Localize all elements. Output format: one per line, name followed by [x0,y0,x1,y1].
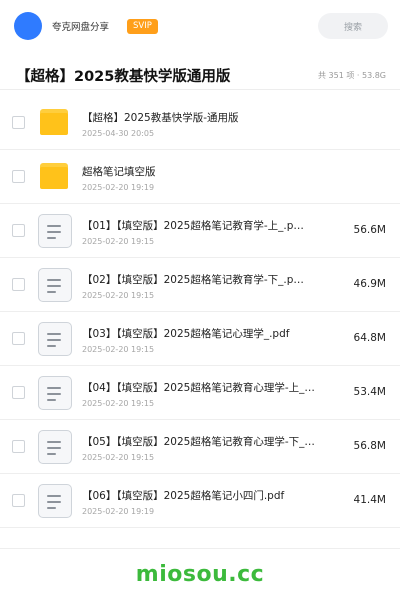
folder-icon [38,106,72,140]
row-checkbox[interactable] [12,278,25,291]
file-row-document[interactable]: 【01】【填空版】2025超格笔记教育学-上_.p… 2025-02-20 19… [0,204,400,258]
file-name: 【01】【填空版】2025超格笔记教育学-上_.p… [82,220,304,232]
row-checkbox[interactable] [12,224,25,237]
file-name: 【03】【填空版】2025超格笔记心理学_.pdf [82,328,290,340]
file-date: 2025-02-20 19:19 [82,507,155,516]
document-icon [38,322,72,356]
share-page: 夸克网盘分享 SVIP 搜索 【超格】2025教基快学版通用版 共 351 项 … [0,0,400,600]
file-date: 2025-02-20 19:15 [82,345,155,354]
file-row-document[interactable]: 【04】【填空版】2025超格笔记教育心理学-上_… 2025-02-20 19… [0,366,400,420]
file-row-document[interactable]: 【03】【填空版】2025超格笔记心理学_.pdf 2025-02-20 19:… [0,312,400,366]
file-row-document[interactable]: 【06】【填空版】2025超格笔记小四门.pdf 2025-02-20 19:1… [0,474,400,528]
share-title-bar: 【超格】2025教基快学版通用版 共 351 项 · 53.8G [0,62,400,90]
file-name: 【06】【填空版】2025超格笔记小四门.pdf [82,490,285,502]
footer-divider [0,548,400,549]
document-icon [38,484,72,518]
row-checkbox[interactable] [12,440,25,453]
document-icon [38,376,72,410]
row-checkbox[interactable] [12,170,25,183]
file-date: 2025-02-20 19:15 [82,291,155,300]
user-avatar[interactable] [14,12,42,40]
file-size: 56.8M [353,440,386,452]
file-name: 超格笔记填空版 [82,166,156,178]
folder-icon [38,160,72,194]
document-icon [38,430,72,464]
document-icon [38,214,72,248]
header: 夸克网盘分享 SVIP 搜索 [0,0,400,52]
watermark: miosou.cc [135,562,265,587]
file-date: 2025-02-20 19:15 [82,399,155,408]
file-row-folder[interactable]: 【超格】2025教基快学版-通用版 2025-04-30 20:05 [0,96,400,150]
file-row-document[interactable]: 【05】【填空版】2025超格笔记教育心理学-下_… 2025-02-20 19… [0,420,400,474]
file-size: 46.9M [353,278,386,290]
file-date: 2025-04-30 20:05 [82,129,155,138]
file-row-document[interactable]: 【02】【填空版】2025超格笔记教育学-下_.p… 2025-02-20 19… [0,258,400,312]
row-checkbox[interactable] [12,116,25,129]
svip-badge: SVIP [127,18,158,34]
share-meta: 共 351 项 · 53.8G [318,71,386,80]
file-name: 【04】【填空版】2025超格笔记教育心理学-上_… [82,382,315,394]
file-name: 【超格】2025教基快学版-通用版 [82,112,239,124]
file-name: 【02】【填空版】2025超格笔记教育学-下_.p… [82,274,304,286]
file-date: 2025-02-20 19:15 [82,237,155,246]
user-name[interactable]: 夸克网盘分享 [52,19,109,33]
file-list: 【超格】2025教基快学版-通用版 2025-04-30 20:05 超格笔记填… [0,96,400,528]
file-size: 41.4M [353,494,386,506]
file-date: 2025-02-20 19:19 [82,183,155,192]
file-size: 53.4M [353,386,386,398]
file-row-folder[interactable]: 超格笔记填空版 2025-02-20 19:19 [0,150,400,204]
search-input[interactable]: 搜索 [318,13,388,39]
share-title: 【超格】2025教基快学版通用版 [16,69,231,85]
row-checkbox[interactable] [12,494,25,507]
row-checkbox[interactable] [12,332,25,345]
document-icon [38,268,72,302]
file-name: 【05】【填空版】2025超格笔记教育心理学-下_… [82,436,315,448]
file-size: 56.6M [353,224,386,236]
file-size: 64.8M [353,332,386,344]
row-checkbox[interactable] [12,386,25,399]
file-date: 2025-02-20 19:15 [82,453,155,462]
